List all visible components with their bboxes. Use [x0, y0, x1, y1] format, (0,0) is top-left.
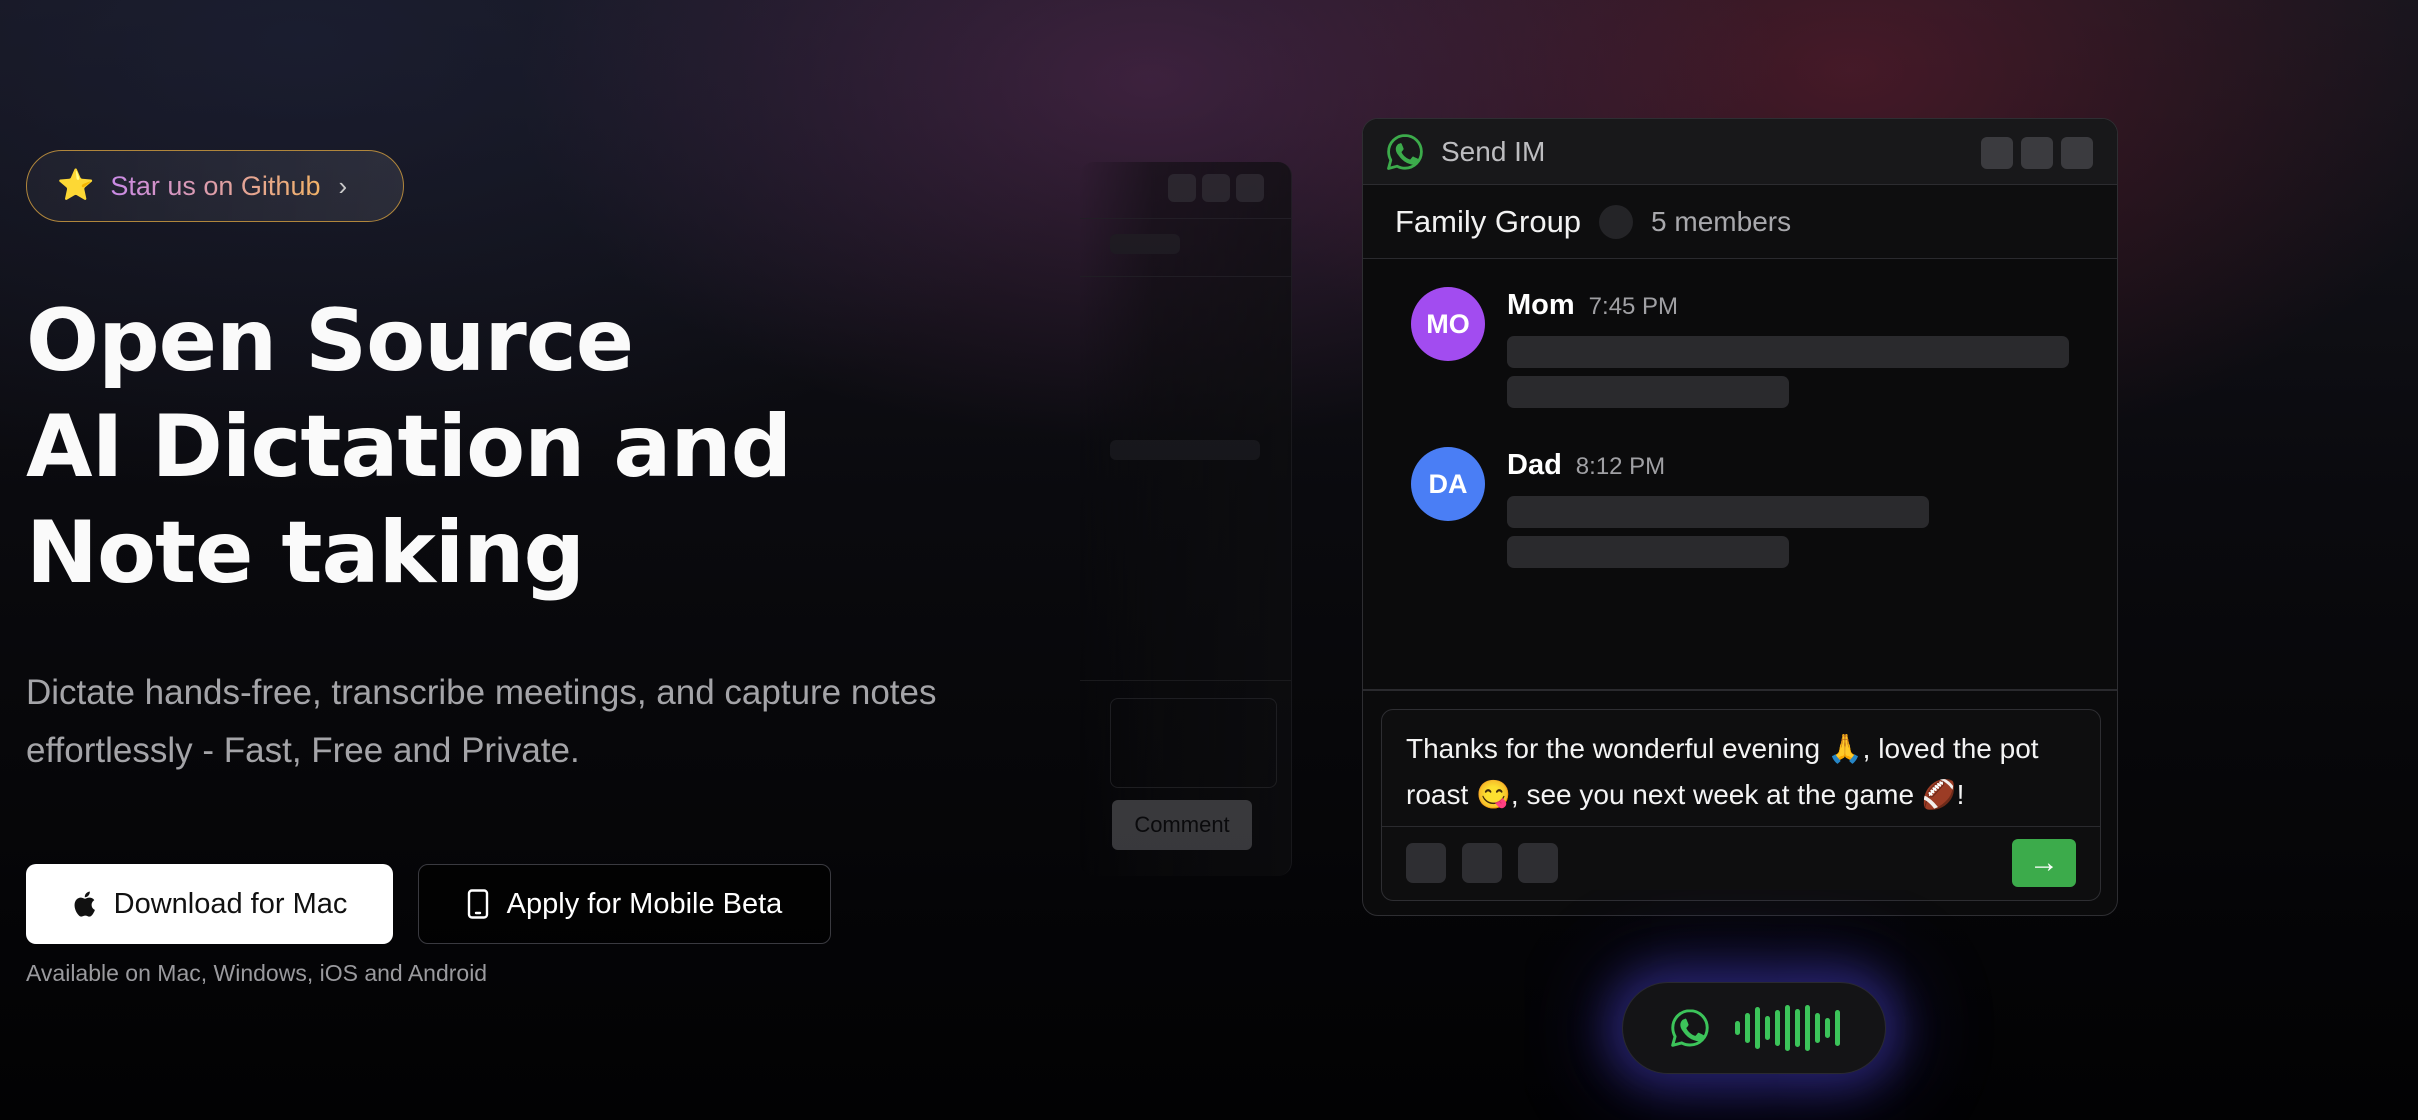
ghost-window-button	[1168, 174, 1196, 202]
send-button[interactable]: →	[2012, 839, 2076, 887]
apply-for-mobile-beta-label: Apply for Mobile Beta	[506, 887, 783, 920]
message-skeleton-line	[1507, 496, 1929, 528]
chat-header: Family Group 5 members	[1363, 185, 2117, 259]
availability-text: Available on Mac, Windows, iOS and Andro…	[26, 960, 488, 986]
avatar: MO	[1411, 287, 1485, 361]
ghost-placeholder-bar	[1110, 440, 1260, 460]
window-minimize-button[interactable]	[1981, 137, 2013, 169]
chat-message: DA Dad 8:12 PM	[1411, 447, 1929, 568]
star-on-github-button[interactable]: ⭐ Star us on Github ›	[26, 150, 404, 222]
whatsapp-icon	[1671, 1009, 1709, 1047]
download-for-mac-label: Download for Mac	[113, 887, 348, 920]
github-pill-label: Star us on Github	[110, 170, 321, 201]
apply-for-mobile-beta-button[interactable]: Apply for Mobile Beta	[418, 864, 831, 944]
hero-title-line-3: Note taking	[26, 503, 585, 603]
media-button[interactable]	[1518, 843, 1558, 883]
message-input-line-2: roast 😋, see you next week at the game 🏈…	[1406, 779, 1965, 810]
ghost-divider	[1080, 218, 1291, 219]
window-title: Send IM	[1441, 135, 1546, 167]
message-skeleton-line	[1507, 336, 2069, 368]
apple-icon	[74, 891, 95, 917]
ghost-placeholder-bar	[1110, 234, 1180, 254]
hero-subtitle: Dictate hands-free, transcribe meetings,…	[26, 673, 937, 770]
group-name: Family Group	[1395, 203, 1582, 239]
arrow-right-icon: →	[2029, 846, 2059, 879]
sender-name: Dad	[1507, 449, 1562, 481]
send-im-window: Send IM Family Group 5 members MO Mom 7:…	[1362, 118, 2118, 916]
star-icon: ⭐	[57, 169, 95, 202]
message-skeleton-line	[1507, 376, 1789, 408]
smartphone-icon	[467, 889, 488, 919]
sender-name: Mom	[1507, 289, 1575, 321]
message-time: 7:45 PM	[1588, 293, 1679, 320]
message-input[interactable]: Thanks for the wonderful evening 🙏, love…	[1382, 710, 2100, 826]
ghost-comment-box	[1110, 698, 1277, 788]
ghost-divider	[1080, 276, 1291, 277]
voice-dictation-pill[interactable]	[1622, 982, 1886, 1074]
ghost-divider	[1080, 680, 1291, 681]
message-input-line-1: Thanks for the wonderful evening 🙏, love…	[1406, 733, 2039, 764]
avatar: DA	[1411, 447, 1485, 521]
window-close-button[interactable]	[2061, 137, 2093, 169]
message-time: 8:12 PM	[1575, 453, 1666, 480]
chat-message: MO Mom 7:45 PM	[1411, 287, 2069, 408]
member-count: 5 members	[1651, 205, 1792, 237]
attachment-button[interactable]	[1406, 843, 1446, 883]
emoji-button[interactable]	[1462, 843, 1502, 883]
message-skeleton-line	[1507, 536, 1789, 568]
chevron-right-icon: ›	[338, 170, 348, 201]
hero-title-line-1: Open Source	[26, 291, 634, 391]
whatsapp-icon	[1387, 133, 1423, 170]
composer-divider	[1363, 689, 2117, 691]
group-avatar-dot	[1599, 204, 1634, 239]
download-for-mac-button[interactable]: Download for Mac	[26, 864, 393, 944]
ghost-window-button	[1236, 174, 1264, 202]
ghost-window-button	[1202, 174, 1230, 202]
hero-title-line-2: AI Dictation and	[26, 397, 792, 497]
message-composer[interactable]: Thanks for the wonderful evening 🙏, love…	[1381, 709, 2101, 901]
composer-toolbar: →	[1382, 826, 2100, 900]
background-window-ghost: Comment	[1080, 162, 1292, 876]
audio-waveform-icon	[1735, 998, 1840, 1058]
ghost-comment-button: Comment	[1112, 800, 1252, 850]
hero-title: Open Source AI Dictation and Note taking	[26, 288, 792, 606]
window-titlebar: Send IM	[1363, 119, 2117, 185]
window-maximize-button[interactable]	[2021, 137, 2053, 169]
